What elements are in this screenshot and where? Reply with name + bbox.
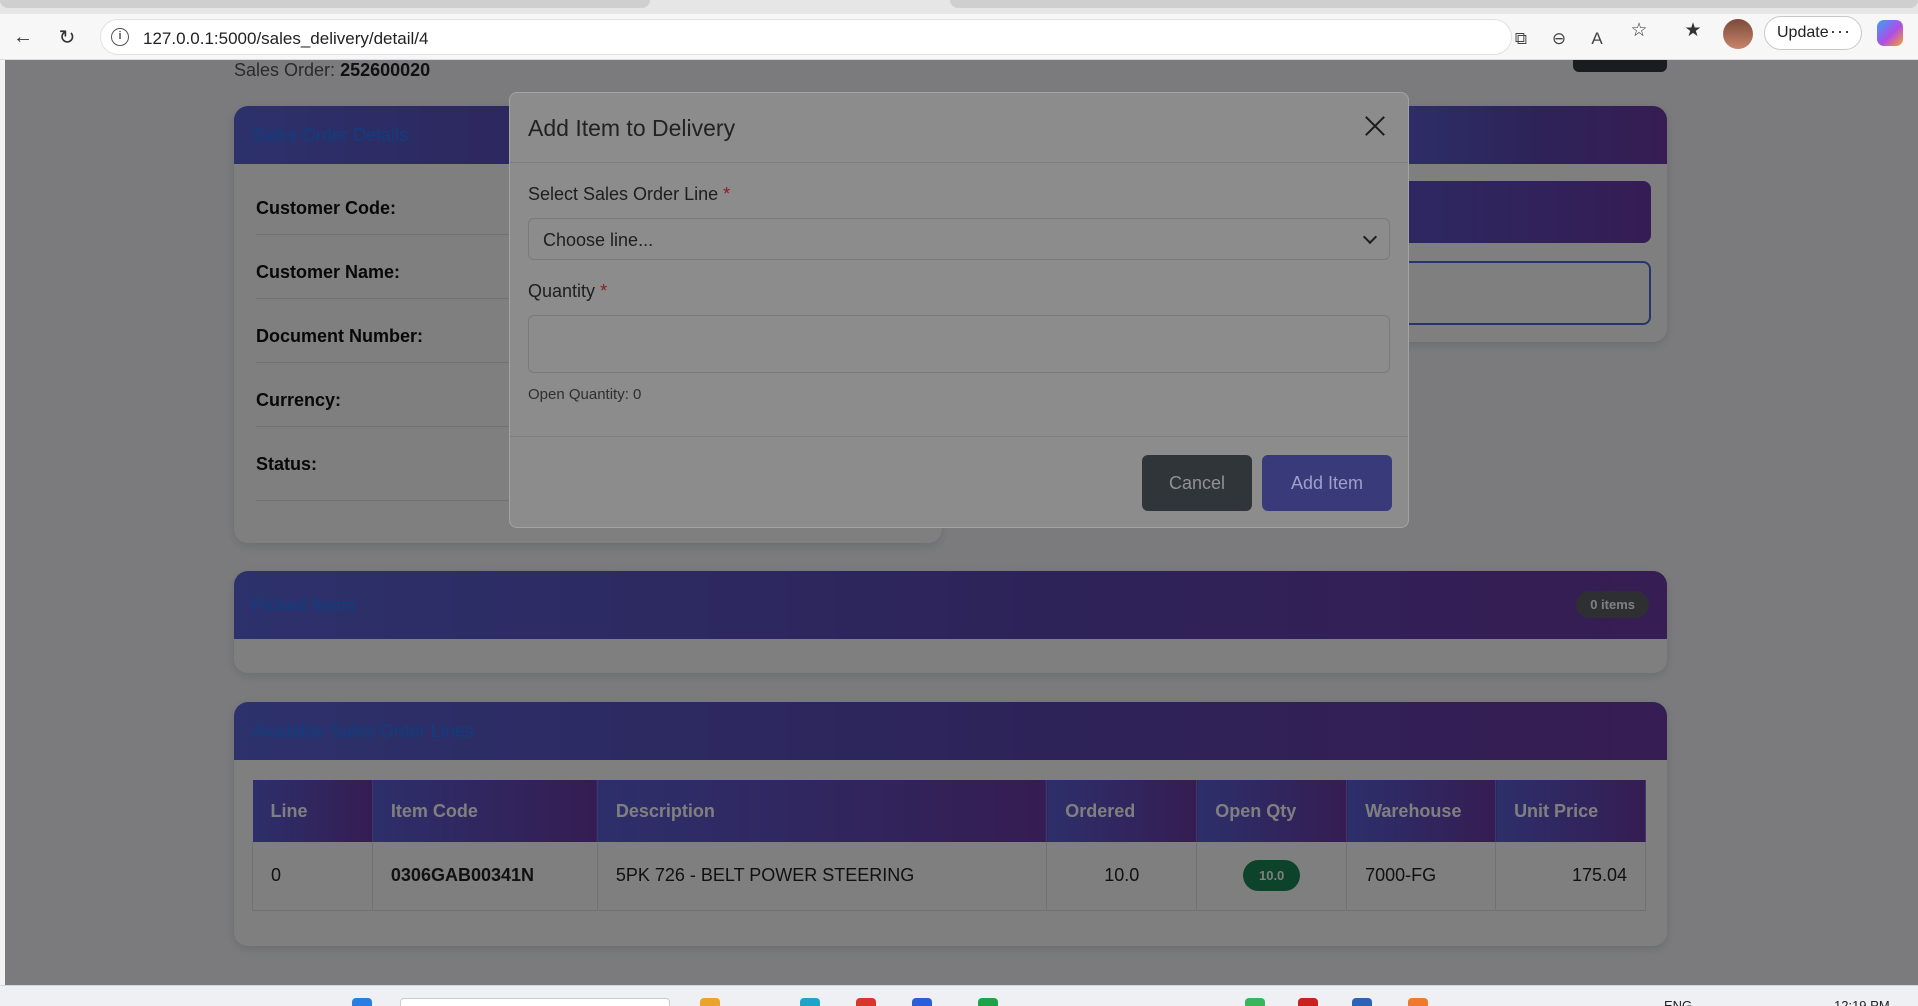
- taskbar-app-icon[interactable]: [912, 998, 932, 1006]
- modal-footer-divider: [510, 436, 1408, 437]
- start-icon[interactable]: [352, 998, 372, 1006]
- update-label: Update: [1777, 24, 1829, 41]
- read-aloud-icon[interactable]: A: [1587, 29, 1607, 49]
- tab-strip: [0, 0, 1918, 14]
- site-info-icon[interactable]: i: [111, 28, 129, 46]
- add-item-button[interactable]: Add Item: [1262, 455, 1392, 511]
- taskbar-app-icon[interactable]: [800, 998, 820, 1006]
- copilot-icon[interactable]: [1877, 20, 1903, 46]
- language-indicator[interactable]: ENG: [1664, 998, 1692, 1006]
- favorites-icon[interactable]: ★: [1682, 20, 1704, 42]
- select-value: Choose line...: [543, 230, 654, 250]
- taskbar-app-icon[interactable]: [1245, 998, 1265, 1006]
- quantity-input[interactable]: [528, 315, 1390, 373]
- windows-taskbar: ENG 12:19 PM: [0, 985, 1918, 1006]
- modal-header: Add Item to Delivery: [510, 93, 1408, 163]
- taskbar-app-icon[interactable]: [1408, 998, 1428, 1006]
- quantity-label-text: Quantity: [528, 281, 596, 301]
- add-item-modal: Add Item to Delivery Select Sales Order …: [509, 92, 1409, 528]
- select-line-label-text: Select Sales Order Line: [528, 184, 719, 204]
- chevron-down-icon: [1362, 229, 1378, 245]
- open-in-app-icon[interactable]: ⧉: [1511, 29, 1531, 49]
- taskbar-app-icon[interactable]: [700, 998, 720, 1006]
- close-icon[interactable]: [1362, 113, 1388, 139]
- browser-toolbar: ← ↻ i 127.0.0.1:5000/sales_delivery/deta…: [0, 14, 1918, 60]
- favorite-star-icon[interactable]: ☆: [1628, 20, 1650, 42]
- update-button[interactable]: Update ···: [1764, 16, 1862, 50]
- select-line-label: Select Sales Order Line *: [528, 184, 730, 205]
- required-mark: *: [600, 281, 608, 301]
- taskbar-app-icon[interactable]: [1352, 998, 1372, 1006]
- taskbar-app-icon[interactable]: [1298, 998, 1318, 1006]
- clock[interactable]: 12:19 PM: [1834, 998, 1890, 1006]
- reload-icon[interactable]: ↻: [52, 22, 82, 52]
- back-icon[interactable]: ←: [8, 22, 38, 52]
- more-menu-icon[interactable]: ···: [1830, 21, 1851, 42]
- browser-tab[interactable]: [0, 0, 650, 8]
- sales-order-line-select[interactable]: Choose line...: [528, 218, 1390, 260]
- zoom-out-icon[interactable]: ⊖: [1549, 29, 1569, 49]
- address-bar[interactable]: i 127.0.0.1:5000/sales_delivery/detail/4…: [100, 19, 1603, 55]
- url-text[interactable]: 127.0.0.1:5000/sales_delivery/detail/4: [143, 29, 428, 49]
- taskbar-app-icon[interactable]: [856, 998, 876, 1006]
- taskbar-search-box[interactable]: [400, 998, 670, 1006]
- cancel-button[interactable]: Cancel: [1142, 455, 1252, 511]
- profile-avatar[interactable]: [1723, 19, 1753, 49]
- modal-title: Add Item to Delivery: [528, 115, 736, 141]
- required-mark: *: [723, 184, 731, 204]
- browser-tab[interactable]: [950, 0, 1918, 8]
- open-quantity-help: Open Quantity: 0: [528, 386, 642, 403]
- taskbar-app-icon[interactable]: [978, 998, 998, 1006]
- quantity-label: Quantity *: [528, 281, 607, 302]
